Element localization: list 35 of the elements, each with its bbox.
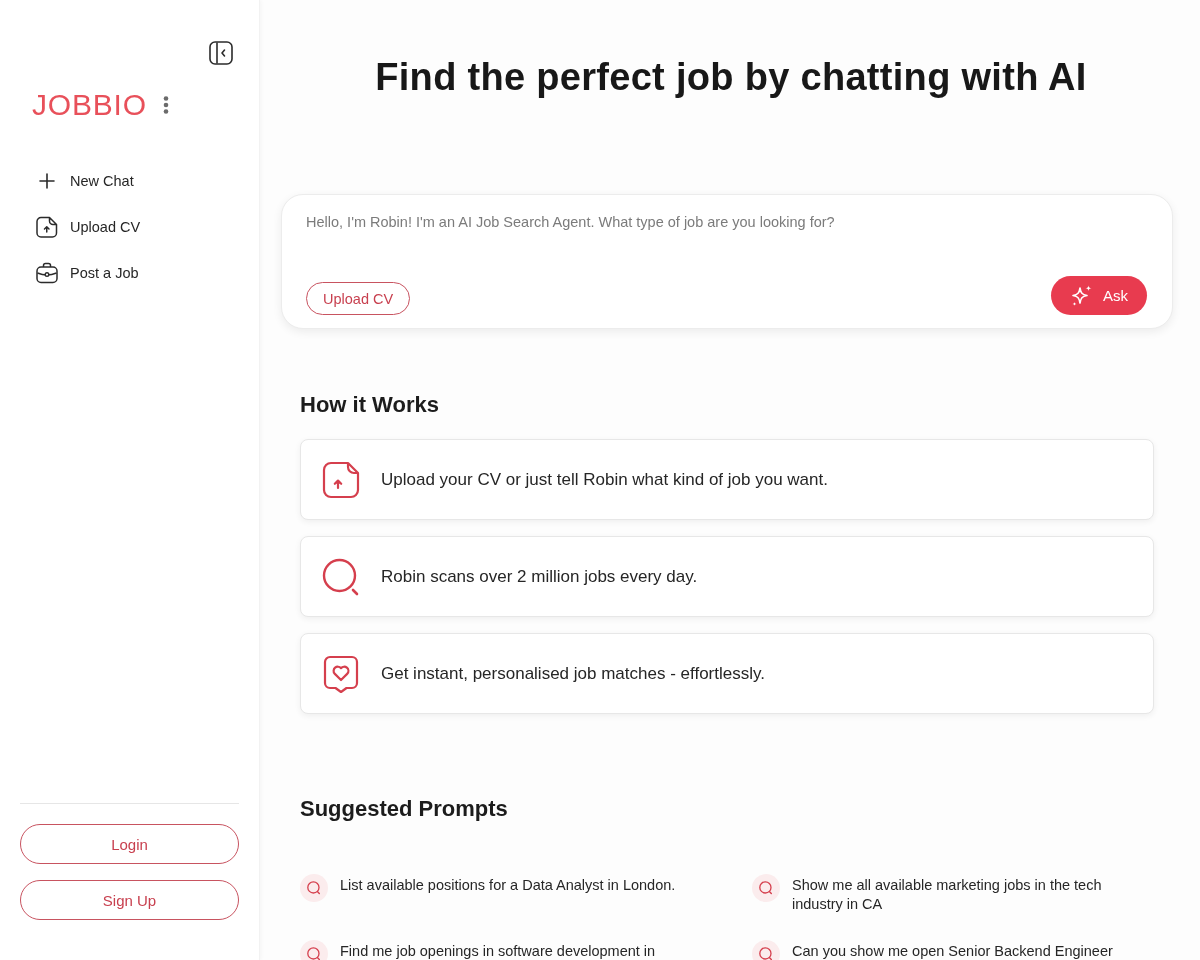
search-icon	[300, 940, 328, 960]
collapse-sidebar-button[interactable]	[209, 41, 233, 65]
sidebar-item[interactable]: New Chat	[36, 167, 239, 195]
login-button[interactable]: Login	[20, 824, 239, 864]
upload-cv-button[interactable]: Upload CV	[306, 282, 411, 315]
suggested-prompt[interactable]: Show me all available marketing jobs in the tech industry in CA	[752, 874, 1154, 914]
sparkle-icon	[1071, 284, 1093, 307]
suggested-prompt[interactable]: List available positions for a Data Analyst in London.	[300, 874, 732, 914]
page-title: Find the perfect job by chatting with AI	[374, 55, 1087, 100]
search-icon	[752, 940, 780, 960]
document-upload-icon	[36, 215, 58, 239]
message-composer[interactable]: Hello, I'm Robin! I'm an AI Job Search Agent. What type of job are you looking for? Upload CV Ask	[281, 194, 1173, 329]
section-heading: Suggested Prompts	[300, 795, 509, 823]
sidebar-item[interactable]: Post a Job	[36, 259, 239, 287]
message-field[interactable]: Hello, I'm Robin! I'm an AI Job Search Agent. What type of job are you looking for?	[306, 211, 1148, 267]
sign-up-button[interactable]: Sign Up	[20, 880, 239, 920]
step-text: Upload your CV or just tell Robin what kind of job you want.	[381, 469, 828, 490]
plus-icon	[39, 173, 55, 189]
step-text: Robin scans over 2 million jobs every day.	[381, 566, 698, 587]
more-options-icon	[162, 96, 169, 114]
heart-message-icon	[322, 654, 360, 693]
search-icon	[322, 557, 360, 596]
step-text: Get instant, personalised job matches - effortlessly.	[381, 663, 765, 684]
suggested-prompt[interactable]: Find me job openings in software development in	[300, 940, 732, 960]
search-icon	[752, 874, 780, 902]
briefcase-icon	[36, 262, 58, 284]
brand-logo[interactable]: JOBBIO	[32, 87, 147, 123]
document-upload-icon	[322, 460, 360, 499]
suggested-prompt[interactable]: Can you show me open Senior Backend Engineer	[752, 940, 1154, 960]
more-options-button[interactable]	[162, 96, 169, 114]
sidebar-item[interactable]: Upload CV	[36, 213, 239, 241]
ask-button[interactable]: Ask	[1051, 276, 1147, 315]
collapse-sidebar-icon	[209, 41, 233, 65]
section-heading: How it Works	[300, 391, 440, 419]
search-icon	[300, 874, 328, 902]
